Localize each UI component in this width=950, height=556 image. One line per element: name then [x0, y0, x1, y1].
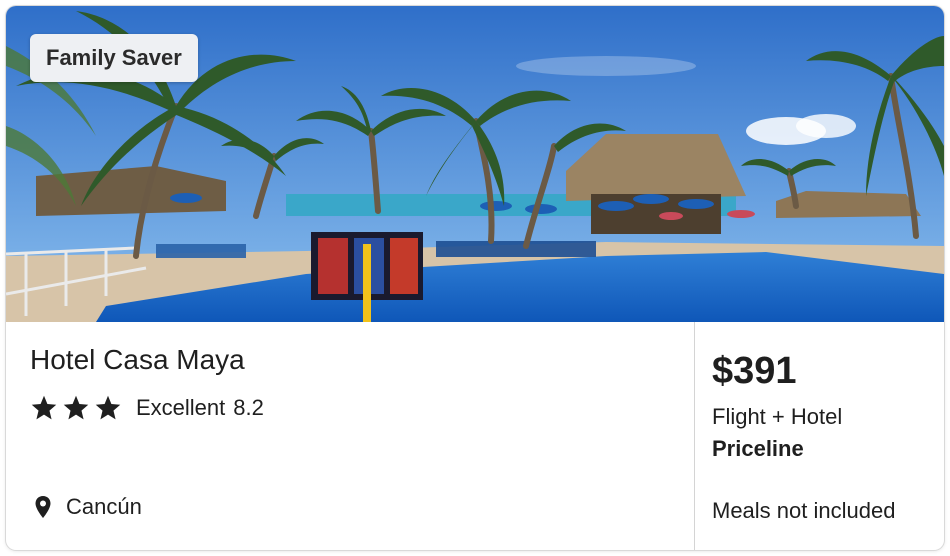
hotel-info: Hotel Casa Maya Excellent 8.2 Cancún [6, 322, 694, 550]
rating-row: Excellent 8.2 [30, 394, 264, 422]
star-icon [31, 395, 57, 420]
hotel-photo[interactable]: Family Saver [6, 6, 944, 322]
star-icon [95, 395, 121, 420]
map-pin-icon [35, 496, 51, 518]
provider-name: Priceline [712, 436, 804, 461]
rating-score: 8.2 [233, 395, 264, 420]
star-icon [63, 395, 89, 420]
hotel-result-card[interactable]: Family Saver Hotel Casa Maya Excellent 8… [6, 6, 944, 550]
meals-note: Meals not included [712, 498, 896, 523]
hotel-name[interactable]: Hotel Casa Maya [30, 344, 245, 376]
family-saver-badge: Family Saver [30, 34, 198, 82]
price: $391 [712, 350, 797, 392]
rating-word: Excellent [136, 395, 226, 420]
price-panel[interactable]: $391 Flight + Hotel Priceline Meals not … [695, 322, 944, 550]
location-row: Cancún [34, 494, 142, 520]
package-type: Flight + Hotel [712, 404, 843, 429]
hotel-star-rating [30, 394, 122, 422]
hotel-location: Cancún [66, 494, 142, 519]
